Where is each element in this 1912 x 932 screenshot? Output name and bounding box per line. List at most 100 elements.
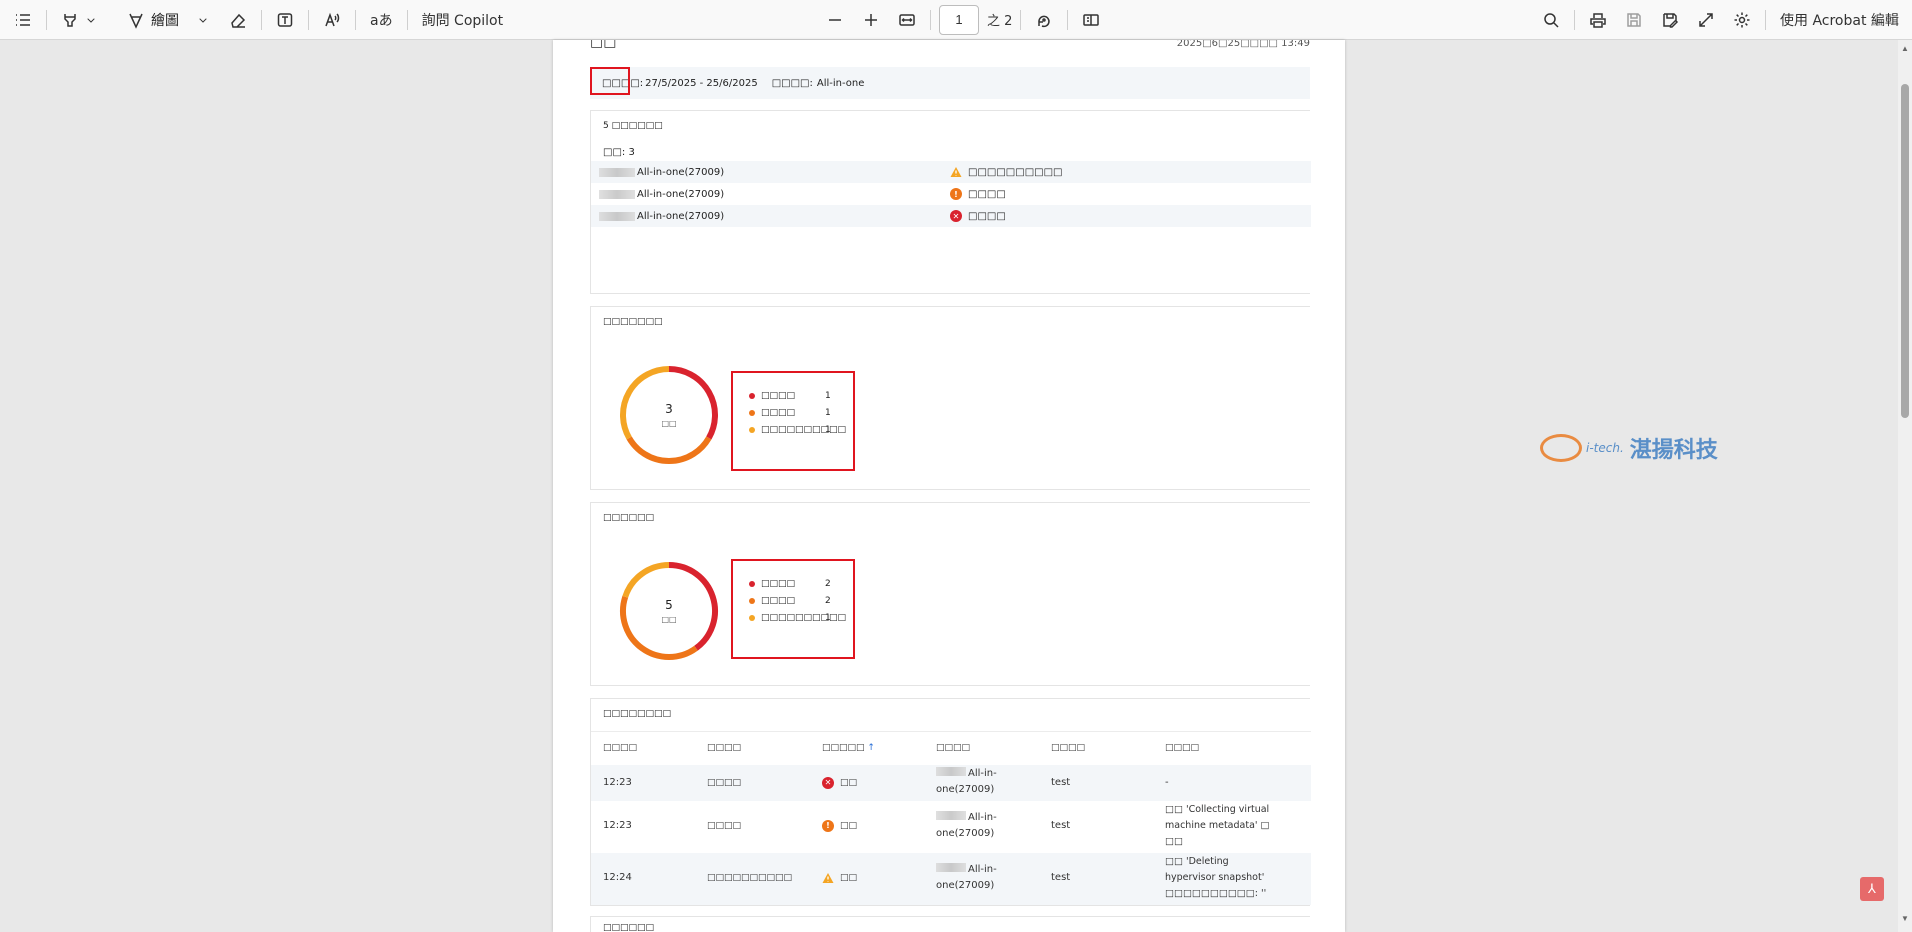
scroll-up-icon[interactable]: ▲ xyxy=(1900,44,1910,54)
cell-user: test xyxy=(1051,872,1071,883)
blurred-name xyxy=(599,167,635,177)
device-name: All-in-one(27009) xyxy=(637,210,725,222)
highlight-button[interactable] xyxy=(55,5,103,35)
table-row[interactable]: 12:24 □□□□□□□□□□ □□ All-in-one(27009) te… xyxy=(591,853,1311,905)
legend-dot-icon xyxy=(749,580,755,587)
summary-card: 5 □□□□□□ □□: 3 All-in-one(27009) □□□□□□□… xyxy=(590,110,1311,294)
textbox-icon[interactable] xyxy=(270,5,300,35)
scrollbar-thumb[interactable] xyxy=(1901,84,1909,418)
donut-center: 3 □□ xyxy=(617,363,721,467)
legend-label: □□□□□□□□□□ xyxy=(761,612,847,623)
date-range-value: 27/5/2025 - 25/6/2025 xyxy=(645,77,758,89)
status-text: □□ xyxy=(840,821,858,831)
legend-label: □□□□ xyxy=(761,407,796,418)
divider xyxy=(591,731,1311,732)
error-x-icon: ✕ xyxy=(822,777,834,789)
search-icon[interactable] xyxy=(1536,5,1566,35)
read-aloud-icon[interactable] xyxy=(317,5,347,35)
copilot-button[interactable]: 詢問 Copilot xyxy=(416,5,510,35)
column-header[interactable]: □□□□ xyxy=(603,743,637,753)
divider xyxy=(1020,9,1022,30)
copilot-label: 詢問 Copilot xyxy=(421,12,504,29)
legend-item[interactable]: □□□□ 2 xyxy=(749,592,853,609)
watermark-logo: i-tech. 湛揚科技 xyxy=(1540,432,1718,464)
table-row[interactable]: 12:23 □□□□ ✕ □□ All-in-one(27009) test - xyxy=(591,765,1311,801)
cell-time: 12:23 xyxy=(603,820,632,831)
next-section-card: □□□□□□ xyxy=(590,916,1310,932)
edit-label: 使用 Acrobat 編輯 xyxy=(1780,12,1899,29)
donut-chart: 5 □□ xyxy=(617,559,721,663)
legend-value: 2 xyxy=(825,578,831,589)
print-icon[interactable] xyxy=(1583,5,1613,35)
divider xyxy=(1067,9,1069,30)
save-icon[interactable] xyxy=(1619,5,1649,35)
page-number-input[interactable]: 1 xyxy=(939,4,979,35)
legend-item[interactable]: □□□□□□□□□□ 1 xyxy=(749,421,853,438)
legend-value: 1 xyxy=(825,390,831,401)
list-icon[interactable] xyxy=(8,5,38,35)
divider xyxy=(308,9,309,30)
table-row[interactable]: 12:23 □□□□ ! □□ All-in-one(27009) test □□… xyxy=(591,801,1311,853)
summary-row[interactable]: All-in-one(27009) ✕ □□□□ xyxy=(591,205,1311,227)
cell-source: All-in-one(27009) xyxy=(936,766,997,798)
cell-time: 12:23 xyxy=(603,777,632,788)
column-header[interactable]: □□□□ xyxy=(936,743,970,753)
blurred-name xyxy=(936,767,966,776)
logo-ring-icon xyxy=(1540,434,1582,462)
column-header[interactable]: □□□□ xyxy=(707,743,741,753)
legend-dot-icon xyxy=(749,614,755,621)
watermark-name: 湛揚科技 xyxy=(1629,438,1718,463)
filter-bar: □□□□: 27/5/2025 - 25/6/2025 □□□□: All-in-o… xyxy=(590,67,1310,99)
draw-button[interactable]: 繪圖 xyxy=(121,5,215,35)
scroll-down-icon[interactable]: ▼ xyxy=(1900,914,1910,924)
page-view-icon[interactable] xyxy=(1076,5,1106,35)
translate-icon[interactable]: aあ xyxy=(364,5,399,35)
donut-total-label: □□ xyxy=(661,419,677,428)
alert-circle-icon: ! xyxy=(822,820,834,832)
legend-label: □□□□ xyxy=(761,578,796,589)
column-header[interactable]: □□□□ xyxy=(1165,743,1199,753)
source-line-2: one(27009) xyxy=(936,828,995,839)
blurred-name xyxy=(599,189,635,199)
column-header[interactable]: □□□□ xyxy=(1051,743,1085,753)
legend-item[interactable]: □□□□□□□□□□ 1 xyxy=(749,609,853,626)
chevron-down-icon xyxy=(87,17,95,23)
summary-count: □□: 3 xyxy=(603,147,635,158)
status-text: □□□□ xyxy=(968,188,1006,200)
acrobat-icon[interactable]: ⅄ xyxy=(1860,877,1884,901)
eraser-icon[interactable] xyxy=(223,5,253,35)
blurred-name xyxy=(936,863,966,872)
zoom-out-icon[interactable] xyxy=(820,5,850,35)
pdf-toolbar: 繪圖 aあ 詢問 Copilot 1 之 2 使用 Acrobat 編輯 xyxy=(0,0,1912,40)
column-header-sorted[interactable]: □□□□□ ↑ xyxy=(822,743,875,753)
legend-value: 1 xyxy=(825,424,831,435)
legend-item[interactable]: □□□□ 1 xyxy=(749,404,853,421)
legend-item[interactable]: □□□□ 2 xyxy=(749,575,853,592)
warning-icon xyxy=(950,166,962,178)
cell-status: □□ xyxy=(822,870,857,886)
donut-total: 3 xyxy=(665,402,673,416)
settings-icon[interactable] xyxy=(1727,5,1757,35)
error-x-icon: ✕ xyxy=(950,210,962,222)
chart-card-2: □□□□□□ 5 □□ □□□□ 2 □□□□ 2 □□□□□□□□□□ 1 xyxy=(590,502,1310,686)
fit-width-icon[interactable] xyxy=(892,5,922,35)
blurred-name xyxy=(936,811,966,820)
draw-icon xyxy=(129,13,143,29)
fullscreen-icon[interactable] xyxy=(1691,5,1721,35)
summary-row[interactable]: All-in-one(27009) □□□□□□□□□□ xyxy=(591,161,1311,183)
cell-description: □□ 'Collecting virtual machine metadata' … xyxy=(1165,802,1270,850)
cell-status: ! □□ xyxy=(822,818,857,834)
summary-row[interactable]: All-in-one(27009) ! □□□□ xyxy=(591,183,1311,205)
edit-with-acrobat-button[interactable]: 使用 Acrobat 編輯 xyxy=(1774,5,1905,35)
donut-chart: 3 □□ xyxy=(617,363,721,467)
save-as-icon[interactable] xyxy=(1655,5,1685,35)
desc-line: machine metadata' □ xyxy=(1165,820,1270,831)
generated-time: 2025□6□25□□□□ 13:49 xyxy=(1176,40,1310,49)
legend-dot-icon xyxy=(749,392,755,399)
divider xyxy=(261,9,262,30)
zoom-in-icon[interactable] xyxy=(856,5,886,35)
vertical-scrollbar[interactable]: ▲ ▼ xyxy=(1898,40,1912,932)
rotate-icon[interactable] xyxy=(1029,5,1059,35)
legend-item[interactable]: □□□□ 1 xyxy=(749,387,853,404)
donut-total-label: □□ xyxy=(661,615,677,624)
